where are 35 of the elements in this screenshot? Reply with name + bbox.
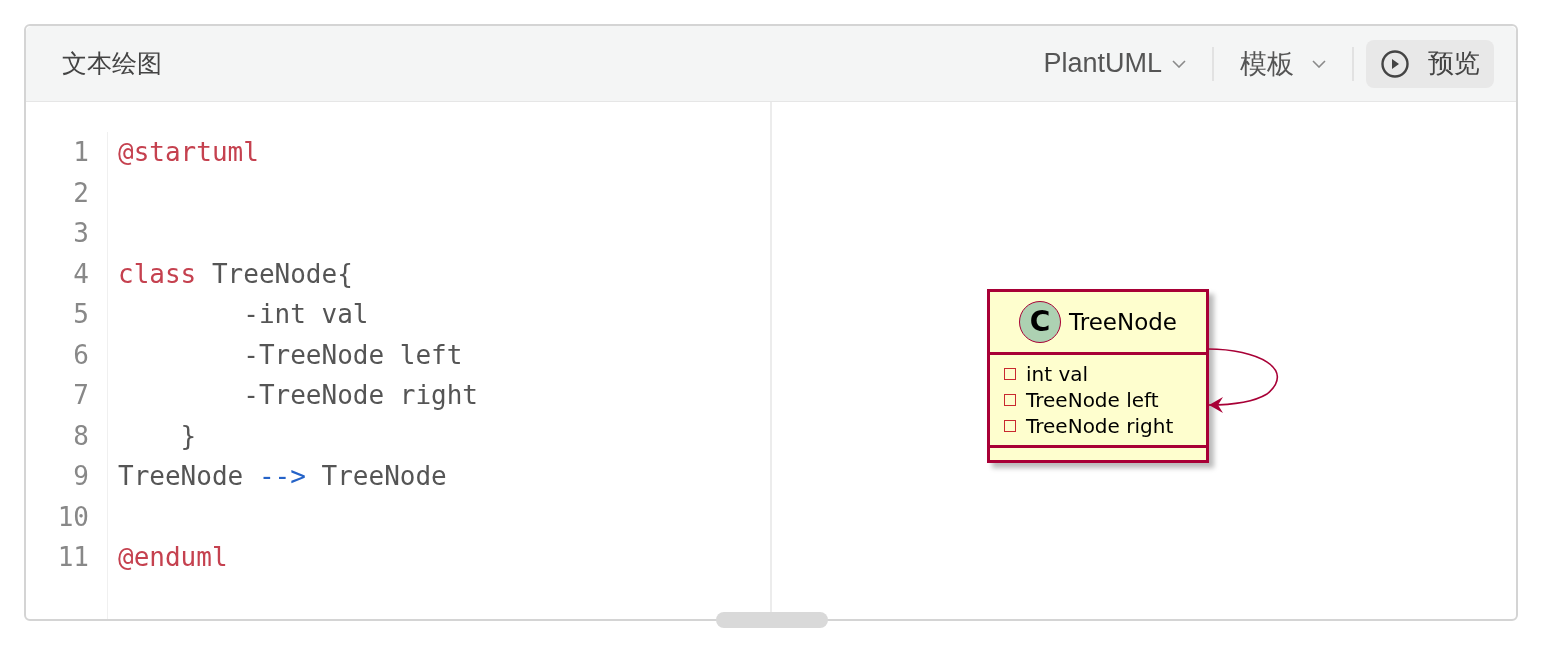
line-number: 9 — [72, 460, 89, 493]
resize-handle[interactable] — [716, 612, 828, 628]
line-number: 10 — [56, 500, 89, 534]
line-number: 7 — [72, 379, 89, 412]
preview-button[interactable]: 预览 — [1366, 39, 1494, 88]
code-line: @startuml — [118, 137, 259, 167]
line-number: 2 — [72, 176, 89, 210]
line-number: 5 — [72, 298, 89, 331]
template-dropdown[interactable]: 模板 — [1226, 45, 1340, 82]
line-number: 4 — [72, 257, 89, 291]
line-number: 3 — [72, 217, 89, 250]
language-dropdown[interactable]: PlantUML — [1029, 48, 1200, 79]
visibility-icon — [1004, 419, 1016, 432]
visibility-icon — [1004, 367, 1016, 380]
code-line: -int val — [242, 299, 369, 329]
code-line: -TreeNode left — [242, 339, 463, 370]
panel-title: 文本绘图 — [62, 48, 162, 80]
code-line: -TreeNode right — [242, 380, 479, 410]
play-icon — [1380, 48, 1410, 79]
line-number: 11 — [56, 541, 89, 574]
code-line: TreeNode --> TreeNode — [118, 461, 447, 491]
line-number: 6 — [72, 338, 89, 372]
code-line: @enduml — [118, 542, 228, 572]
caret-icon — [1172, 59, 1186, 68]
line-number: 8 — [72, 419, 89, 453]
caret-icon — [1312, 59, 1326, 68]
class-name: TreeNode — [1069, 308, 1177, 335]
code-line: class TreeNode{ — [118, 258, 353, 289]
class-field: int val — [1026, 361, 1089, 386]
class-field: TreeNode left — [1026, 387, 1159, 412]
class-field: TreeNode right — [1026, 413, 1174, 438]
class-stereotype-icon: C — [1019, 300, 1061, 343]
code-line: } — [179, 420, 197, 451]
line-number: 1 — [72, 136, 89, 169]
visibility-icon — [1004, 393, 1016, 406]
